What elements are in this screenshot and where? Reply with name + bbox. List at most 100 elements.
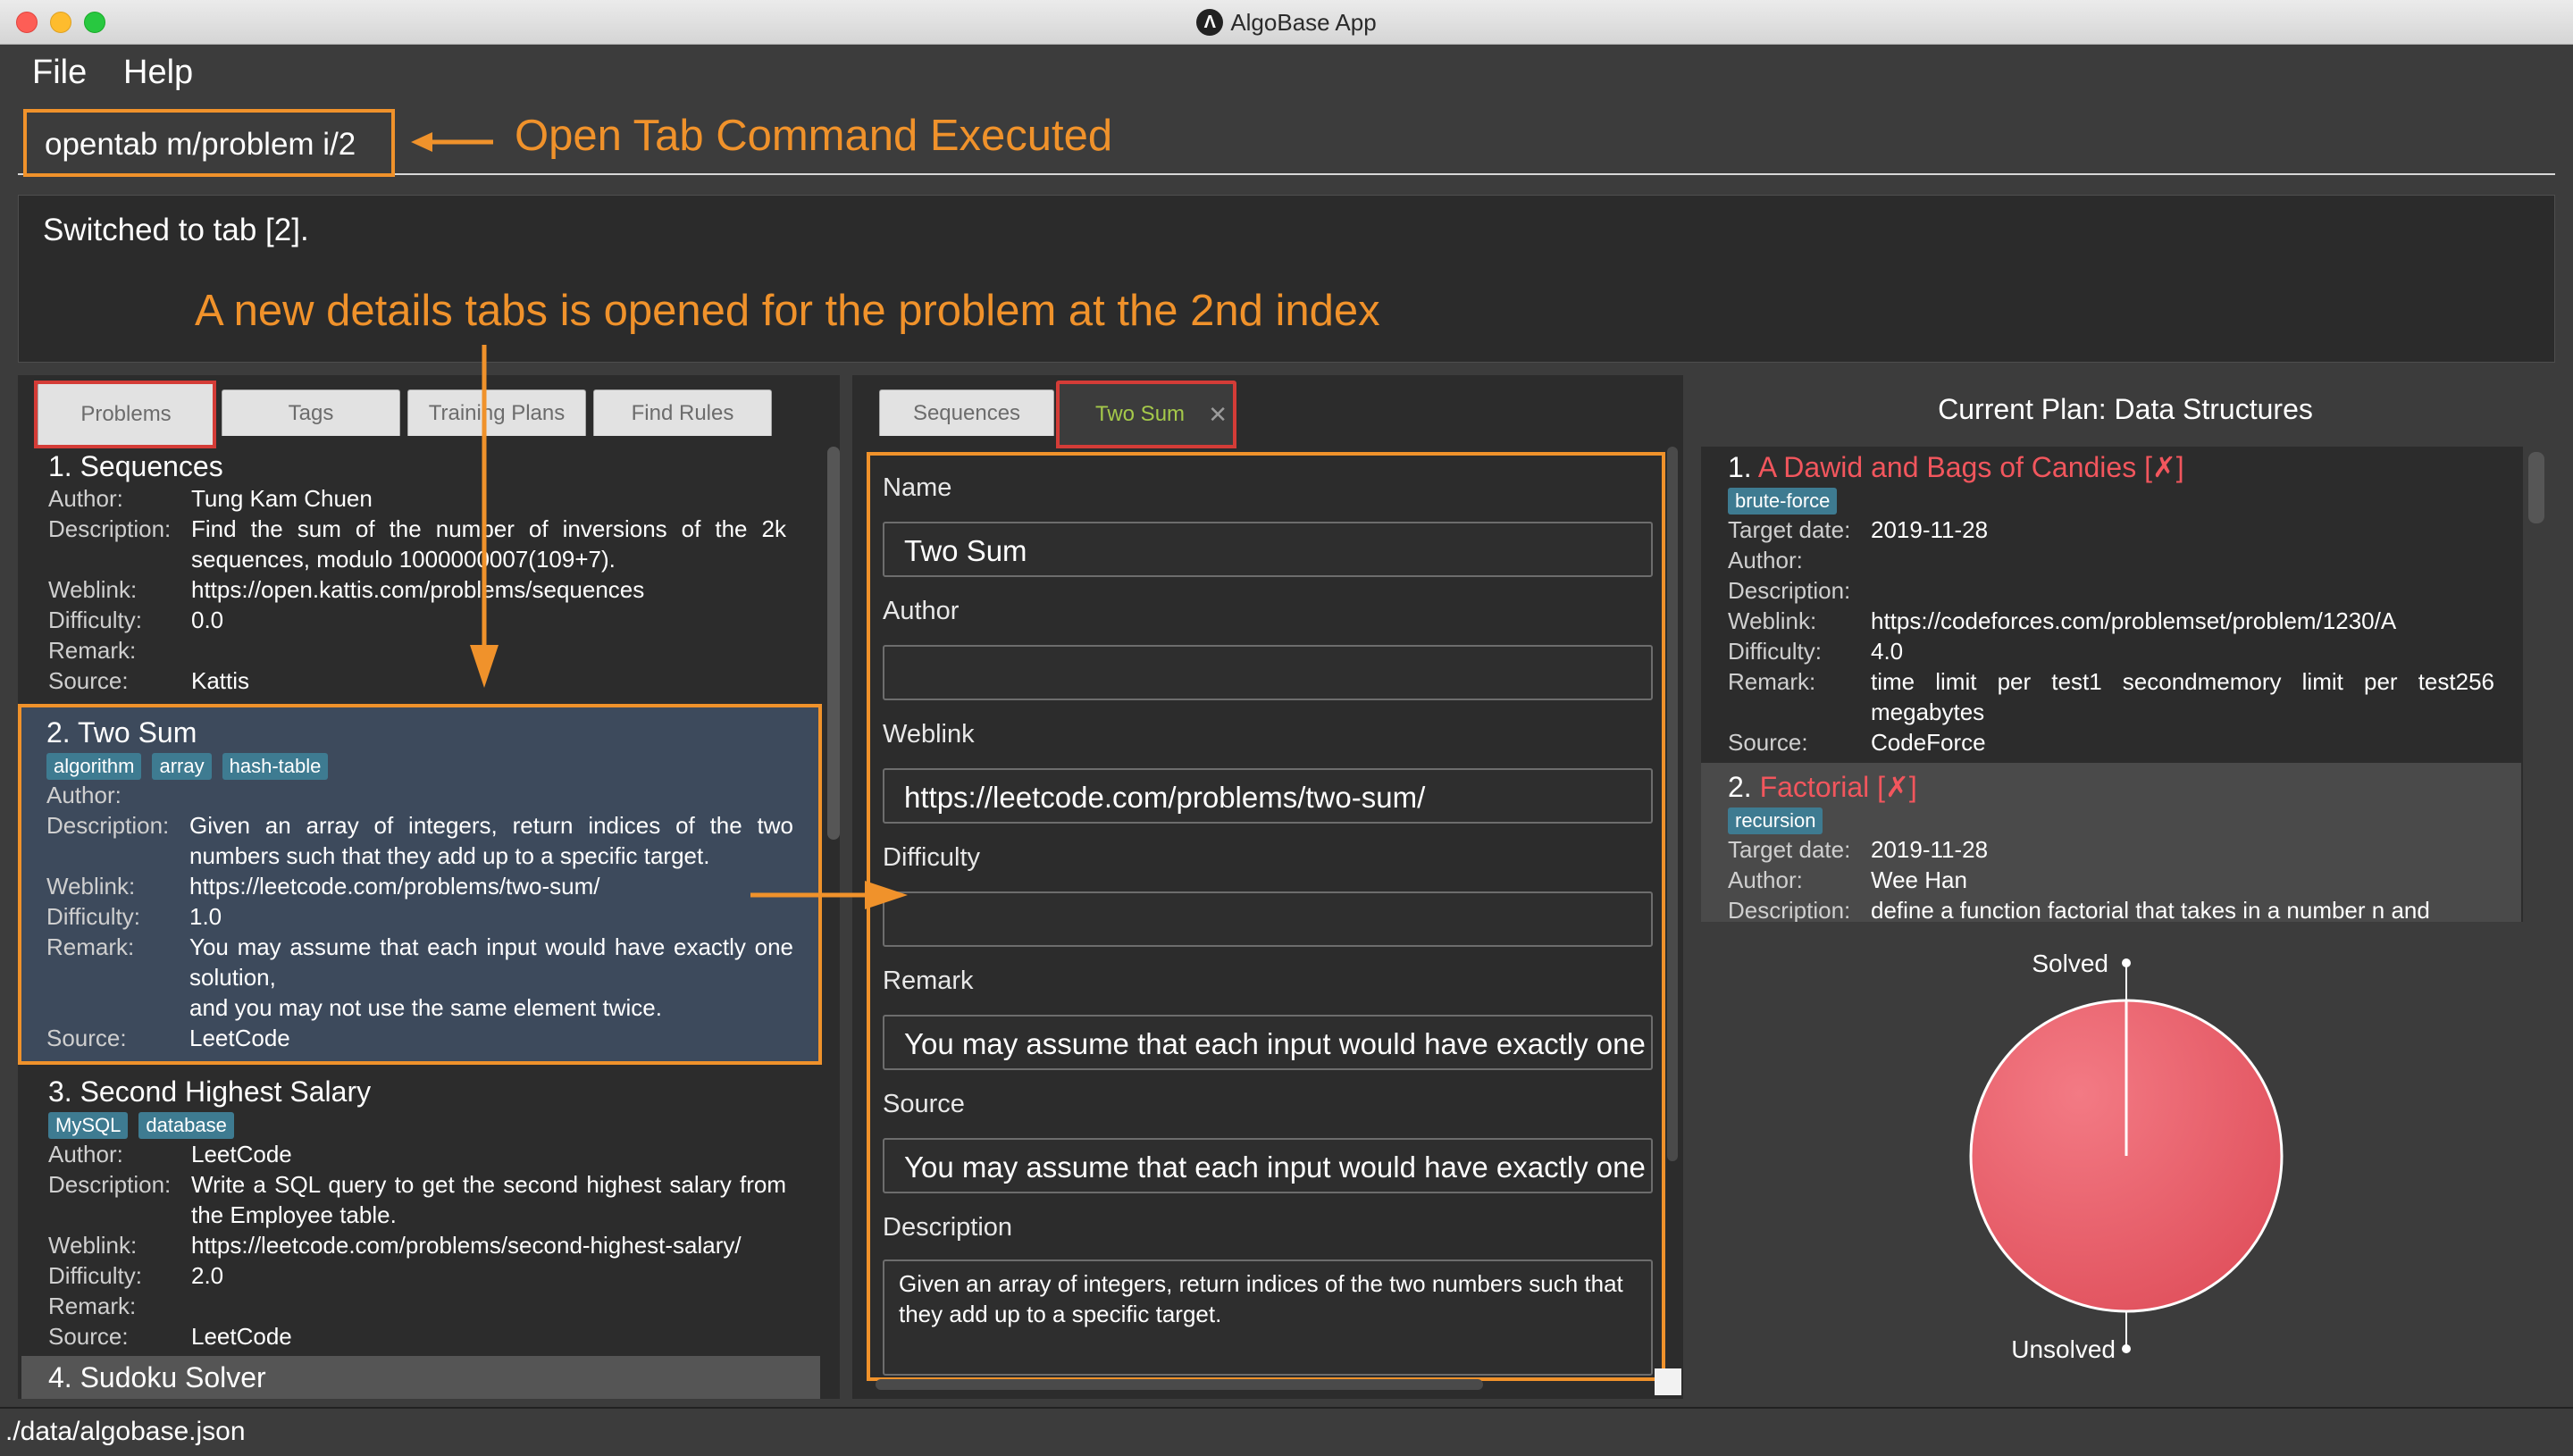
description-label: Description: xyxy=(46,812,170,839)
source-field-label: Source xyxy=(883,1090,965,1118)
plan-task-number: 2. xyxy=(1728,771,1752,803)
author-field-label: Author xyxy=(883,597,960,625)
target-date-value: 2019-11-28 xyxy=(1871,516,1989,543)
status-bar xyxy=(0,1407,2573,1456)
plan-task-title: 1. A Dawid and Bags of Candies [✗] xyxy=(1728,450,2494,484)
source-value: LeetCode xyxy=(191,1323,292,1350)
unsolved-mark-icon: [✗] xyxy=(1877,771,1917,803)
problem-title: 3. Second Highest Salary xyxy=(48,1075,372,1108)
difficulty-value: 4.0 xyxy=(1871,638,1904,665)
remark-field-label: Remark xyxy=(883,966,974,995)
tab-problems-highlight xyxy=(34,381,216,448)
author-value xyxy=(1871,545,2494,575)
author-label: Author: xyxy=(48,1141,123,1167)
tag-badge: database xyxy=(138,1112,234,1139)
unsolved-mark-icon: [✗] xyxy=(2144,451,2184,483)
result-display xyxy=(18,195,2555,363)
description-label: Description: xyxy=(48,1171,172,1198)
author-label: Author: xyxy=(1728,866,1803,893)
author-label: Author: xyxy=(48,485,123,512)
pie-label-solved: Solved xyxy=(2032,950,2108,977)
description-textarea[interactable]: Given an array of integers, return indic… xyxy=(883,1259,1653,1376)
result-text: Switched to tab [2]. xyxy=(43,213,309,247)
list-item[interactable]: 1. Sequences Author: Tung Kam Chuen Descr… xyxy=(29,447,806,699)
remark-label: Remark: xyxy=(48,637,137,664)
tab-find-rules-label: Find Rules xyxy=(631,400,734,425)
description-field-label: Description xyxy=(883,1213,1013,1242)
problem-title: 2. Two Sum xyxy=(46,716,197,749)
menu-file[interactable]: File xyxy=(32,54,87,92)
remark-value xyxy=(191,1291,786,1321)
weblink-label: Weblink: xyxy=(48,576,138,603)
tab-tags[interactable]: Tags xyxy=(222,389,400,436)
plan-task-item[interactable]: 1. A Dawid and Bags of Candies [✗] brute… xyxy=(1701,447,2521,761)
remark-label: Remark: xyxy=(48,1293,137,1319)
window-title: AlgoBase App xyxy=(1230,8,1377,36)
description-value: Write a SQL query to get the second high… xyxy=(191,1171,786,1228)
source-value: CodeForce xyxy=(1871,729,1986,756)
source-label: Source: xyxy=(1728,729,1808,756)
tag-badge: array xyxy=(152,753,212,780)
description-value xyxy=(1871,575,2494,606)
plan-task-scrollbar[interactable] xyxy=(2528,452,2544,523)
remark-line-1: You may assume that each input would hav… xyxy=(189,933,793,991)
name-label: Name xyxy=(883,473,952,502)
description-hscrollbar[interactable] xyxy=(876,1379,1483,1390)
tag-badge: algorithm xyxy=(46,753,142,780)
command-box-underline xyxy=(18,173,2555,175)
weblink-label: Weblink: xyxy=(46,873,136,900)
annotation-arrow-down xyxy=(470,345,499,688)
tab-find-rules[interactable]: Find Rules xyxy=(593,389,772,436)
author-field[interactable] xyxy=(883,645,1653,700)
list-item[interactable]: 4. Sudoku Solver xyxy=(21,1356,820,1399)
source-label: Source: xyxy=(48,1323,129,1350)
tab-two-sum[interactable]: Two Sum ✕ xyxy=(1056,381,1236,448)
name-field[interactable]: Two Sum xyxy=(883,522,1653,577)
tab-sequences[interactable]: Sequences xyxy=(879,389,1054,436)
tab-tags-label: Tags xyxy=(288,400,334,425)
command-input[interactable]: opentab m/problem i/2 xyxy=(23,109,395,177)
menu-help[interactable]: Help xyxy=(123,54,193,92)
weblink-value: https://leetcode.com/problems/two-sum/ xyxy=(189,873,600,900)
description-label: Description: xyxy=(1728,897,1851,922)
target-date-label: Target date: xyxy=(1728,836,1851,863)
author-label: Author: xyxy=(1728,547,1803,573)
description-value: define a function factorial that takes i… xyxy=(1871,897,2430,922)
title-bar: Λ AlgoBase App xyxy=(0,0,2573,45)
author-value: Wee Han xyxy=(1871,866,1967,893)
plan-task-name: Factorial xyxy=(1759,771,1870,803)
close-tab-icon[interactable]: ✕ xyxy=(1208,401,1228,429)
plan-task-item[interactable]: 2. Factorial [✗] recursion Target date: 2… xyxy=(1701,763,2521,922)
difficulty-field[interactable] xyxy=(883,891,1653,947)
solved-leader-dot xyxy=(2122,958,2131,967)
source-field[interactable]: You may assume that each input would hav… xyxy=(883,1138,1653,1193)
author-label: Author: xyxy=(46,782,122,808)
remark-field[interactable]: You may assume that each input would hav… xyxy=(883,1015,1653,1070)
status-file-path: ./data/algobase.json xyxy=(5,1417,246,1446)
description-label: Description: xyxy=(1728,577,1851,604)
annotation-command: Open Tab Command Executed xyxy=(515,112,1113,160)
plan-header: Current Plan: Data Structures xyxy=(1938,393,2313,425)
annotation-arrow-left xyxy=(411,132,493,152)
tag-badge: hash-table xyxy=(222,753,329,780)
remark-label: Remark: xyxy=(46,933,135,960)
source-value: LeetCode xyxy=(189,1025,290,1051)
author-value xyxy=(189,780,793,810)
difficulty-label: Difficulty: xyxy=(46,903,140,930)
tab-sequences-label: Sequences xyxy=(912,400,1021,425)
source-label: Source: xyxy=(46,1025,127,1051)
weblink-value: https://codeforces.com/problemset/proble… xyxy=(1871,607,2397,634)
tag-badge: brute-force xyxy=(1728,488,1838,515)
list-item[interactable]: 3. Second Highest Salary MySQL database … xyxy=(29,1072,806,1355)
list-item-selected[interactable]: 2. Two Sum algorithm array hash-table Au… xyxy=(18,704,822,1065)
details-scrollbar[interactable] xyxy=(1667,447,1678,1161)
description-label: Description: xyxy=(48,515,172,542)
problem-title: 1. Sequences xyxy=(48,450,223,482)
annotation-arrow-right xyxy=(750,881,908,909)
weblink-label: Weblink: xyxy=(48,1232,138,1259)
weblink-field[interactable]: https://leetcode.com/problems/two-sum/ xyxy=(883,768,1653,824)
difficulty-label: Difficulty: xyxy=(48,1262,142,1289)
problem-list-scrollbar[interactable] xyxy=(827,447,840,840)
remark-line-2: and you may not use the same element twi… xyxy=(189,994,662,1021)
tab-two-sum-label: Two Sum xyxy=(1095,402,1186,426)
